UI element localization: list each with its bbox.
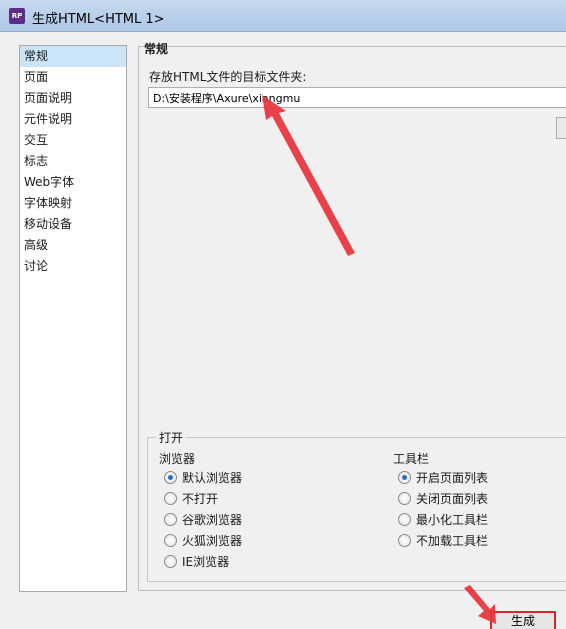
target-folder-label: 存放HTML文件的目标文件夹: xyxy=(149,70,307,84)
settings-sidebar: 常规 页面 页面说明 元件说明 交互 标志 Web字体 字体映射 移动设备 高级… xyxy=(19,45,127,592)
browser-column-title: 浏览器 xyxy=(159,452,196,466)
sidebar-item-font-mappings[interactable]: 字体映射 xyxy=(20,193,126,214)
radio-icon xyxy=(398,512,411,526)
radio-close-page-list[interactable]: 关闭页面列表 xyxy=(398,489,488,507)
sidebar-item-web-fonts[interactable]: Web字体 xyxy=(20,172,126,193)
radio-label: 谷歌浏览器 xyxy=(182,512,243,527)
sidebar-item-logo[interactable]: 标志 xyxy=(20,151,126,172)
radio-checked-icon xyxy=(164,470,177,484)
radio-label: 默认浏览器 xyxy=(182,470,243,485)
radio-label: IE浏览器 xyxy=(182,554,230,569)
radio-firefox[interactable]: 火狐浏览器 xyxy=(164,531,242,549)
window-title: 生成HTML<HTML 1> xyxy=(32,12,165,27)
target-folder-input[interactable] xyxy=(148,87,566,108)
sidebar-item-pages[interactable]: 页面 xyxy=(20,67,126,88)
sidebar-item-advanced[interactable]: 高级 xyxy=(20,235,126,256)
radio-label: 不加载工具栏 xyxy=(416,533,489,548)
sidebar-item-discussion[interactable]: 讨论 xyxy=(20,256,126,277)
radio-icon xyxy=(164,491,177,505)
radio-label: 关闭页面列表 xyxy=(416,491,489,506)
radio-checked-icon xyxy=(398,470,411,484)
title-bar: RP 生成HTML<HTML 1> xyxy=(0,0,566,32)
radio-ie[interactable]: IE浏览器 xyxy=(164,552,229,570)
sidebar-item-general[interactable]: 常规 xyxy=(20,46,126,67)
radio-default-browser[interactable]: 默认浏览器 xyxy=(164,468,242,486)
radio-no-toolbar[interactable]: 不加载工具栏 xyxy=(398,531,488,549)
radio-icon xyxy=(164,554,177,568)
radio-do-not-open[interactable]: 不打开 xyxy=(164,489,218,507)
radio-label: 火狐浏览器 xyxy=(182,533,243,548)
open-group-title: 打开 xyxy=(156,429,187,446)
radio-chrome[interactable]: 谷歌浏览器 xyxy=(164,510,242,528)
axure-rp-icon: RP xyxy=(9,8,25,24)
section-title: 常规 xyxy=(144,42,169,56)
sidebar-item-page-notes[interactable]: 页面说明 xyxy=(20,88,126,109)
radio-minimize-toolbar[interactable]: 最小化工具栏 xyxy=(398,510,488,528)
radio-open-page-list[interactable]: 开启页面列表 xyxy=(398,468,488,486)
sidebar-item-mobile-device[interactable]: 移动设备 xyxy=(20,214,126,235)
radio-icon xyxy=(398,491,411,505)
radio-label: 不打开 xyxy=(182,491,219,506)
radio-icon xyxy=(164,533,177,547)
generate-button[interactable]: 生成 xyxy=(490,611,556,629)
sidebar-item-interactions[interactable]: 交互 xyxy=(20,130,126,151)
radio-label: 最小化工具栏 xyxy=(416,512,489,527)
radio-icon xyxy=(398,533,411,547)
browse-folder-button[interactable] xyxy=(556,117,566,139)
radio-icon xyxy=(164,512,177,526)
sidebar-item-widget-notes[interactable]: 元件说明 xyxy=(20,109,126,130)
toolbar-column-title: 工具栏 xyxy=(393,452,430,466)
radio-label: 开启页面列表 xyxy=(416,470,489,485)
